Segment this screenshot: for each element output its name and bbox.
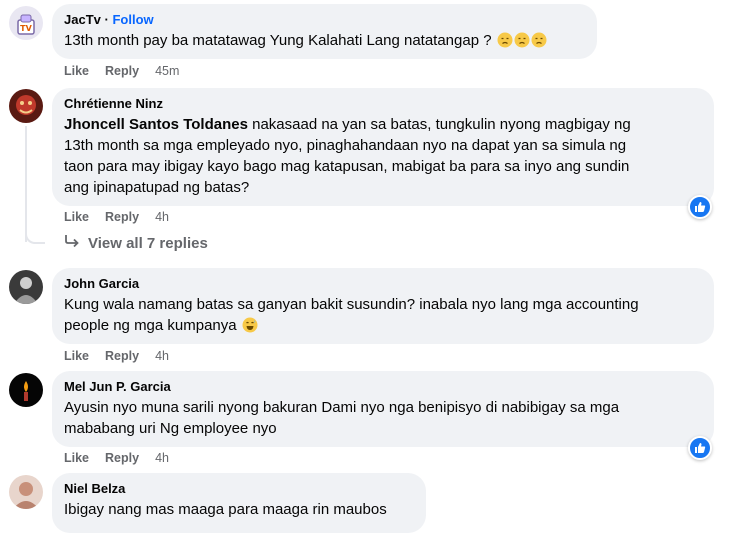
separator-dot: · xyxy=(104,12,109,27)
comment-author[interactable]: John Garcia xyxy=(64,275,702,292)
grinning-sweat-emoji xyxy=(241,317,258,334)
comment-bubble: John Garcia Kung wala namang batas sa ga… xyxy=(52,268,714,344)
comment-actions: Like Reply 4h xyxy=(64,349,169,363)
like-reaction-icon[interactable] xyxy=(688,436,712,460)
comment-text: 13th month pay ba matatawag Yung Kalahat… xyxy=(64,32,492,49)
view-replies-label: View all 7 replies xyxy=(88,234,208,252)
view-replies-link[interactable]: View all 7 replies xyxy=(64,234,208,252)
comment-time[interactable]: 4h xyxy=(155,210,169,224)
comment-actions: Like Reply 45m xyxy=(64,64,179,78)
like-reaction-icon[interactable] xyxy=(688,195,712,219)
avatar[interactable] xyxy=(9,373,43,407)
comment-author[interactable]: Mel Jun P. Garcia xyxy=(64,378,702,395)
svg-text:TV: TV xyxy=(20,24,32,33)
comment-time[interactable]: 4h xyxy=(155,349,169,363)
comment-author[interactable]: Niel Belza xyxy=(64,480,414,497)
comment-text: Jhoncell Santos Toldanes nakasaad na yan… xyxy=(64,116,631,196)
avatar[interactable] xyxy=(9,89,43,123)
comment-bubble: Mel Jun P. Garcia Ayusin nyo muna sarili… xyxy=(52,371,714,447)
comment-author[interactable]: Chrétienne Ninz xyxy=(64,95,702,112)
avatar[interactable]: TV xyxy=(9,6,43,40)
like-button[interactable]: Like xyxy=(64,349,89,363)
comment-bubble: Chrétienne Ninz Jhoncell Santos Toldanes… xyxy=(52,88,714,206)
like-button[interactable]: Like xyxy=(64,210,89,224)
reply-button[interactable]: Reply xyxy=(105,64,139,78)
reply-button[interactable]: Reply xyxy=(105,210,139,224)
sad-face-emoji xyxy=(496,32,547,49)
comment-text: Ibigay nang mas maaga para maaga rin mau… xyxy=(64,501,387,518)
reply-button[interactable]: Reply xyxy=(105,451,139,465)
avatar[interactable] xyxy=(9,475,43,509)
comment-author[interactable]: JacTv xyxy=(64,12,101,27)
comment-actions: Like Reply 4h xyxy=(64,451,169,465)
thread-line xyxy=(25,126,27,242)
comment-bubble: JacTv · Follow 13th month pay ba matataw… xyxy=(52,4,597,59)
like-button[interactable]: Like xyxy=(64,451,89,465)
comment-time[interactable]: 4h xyxy=(155,451,169,465)
comment-bubble: Niel Belza Ibigay nang mas maaga para ma… xyxy=(52,473,426,533)
reply-button[interactable]: Reply xyxy=(105,349,139,363)
like-button[interactable]: Like xyxy=(64,64,89,78)
mention-link[interactable]: Jhoncell Santos Toldanes xyxy=(64,116,248,133)
thread-line-curve xyxy=(25,230,45,244)
comment-text: Kung wala namang batas sa ganyan bakit s… xyxy=(64,296,639,334)
follow-button[interactable]: Follow xyxy=(112,12,153,27)
reply-arrow-icon xyxy=(64,234,80,252)
comment-time[interactable]: 45m xyxy=(155,64,179,78)
avatar[interactable] xyxy=(9,270,43,304)
comment-actions: Like Reply 4h xyxy=(64,210,169,224)
comment-text: Ayusin nyo muna sarili nyong bakuran Dam… xyxy=(64,399,620,437)
